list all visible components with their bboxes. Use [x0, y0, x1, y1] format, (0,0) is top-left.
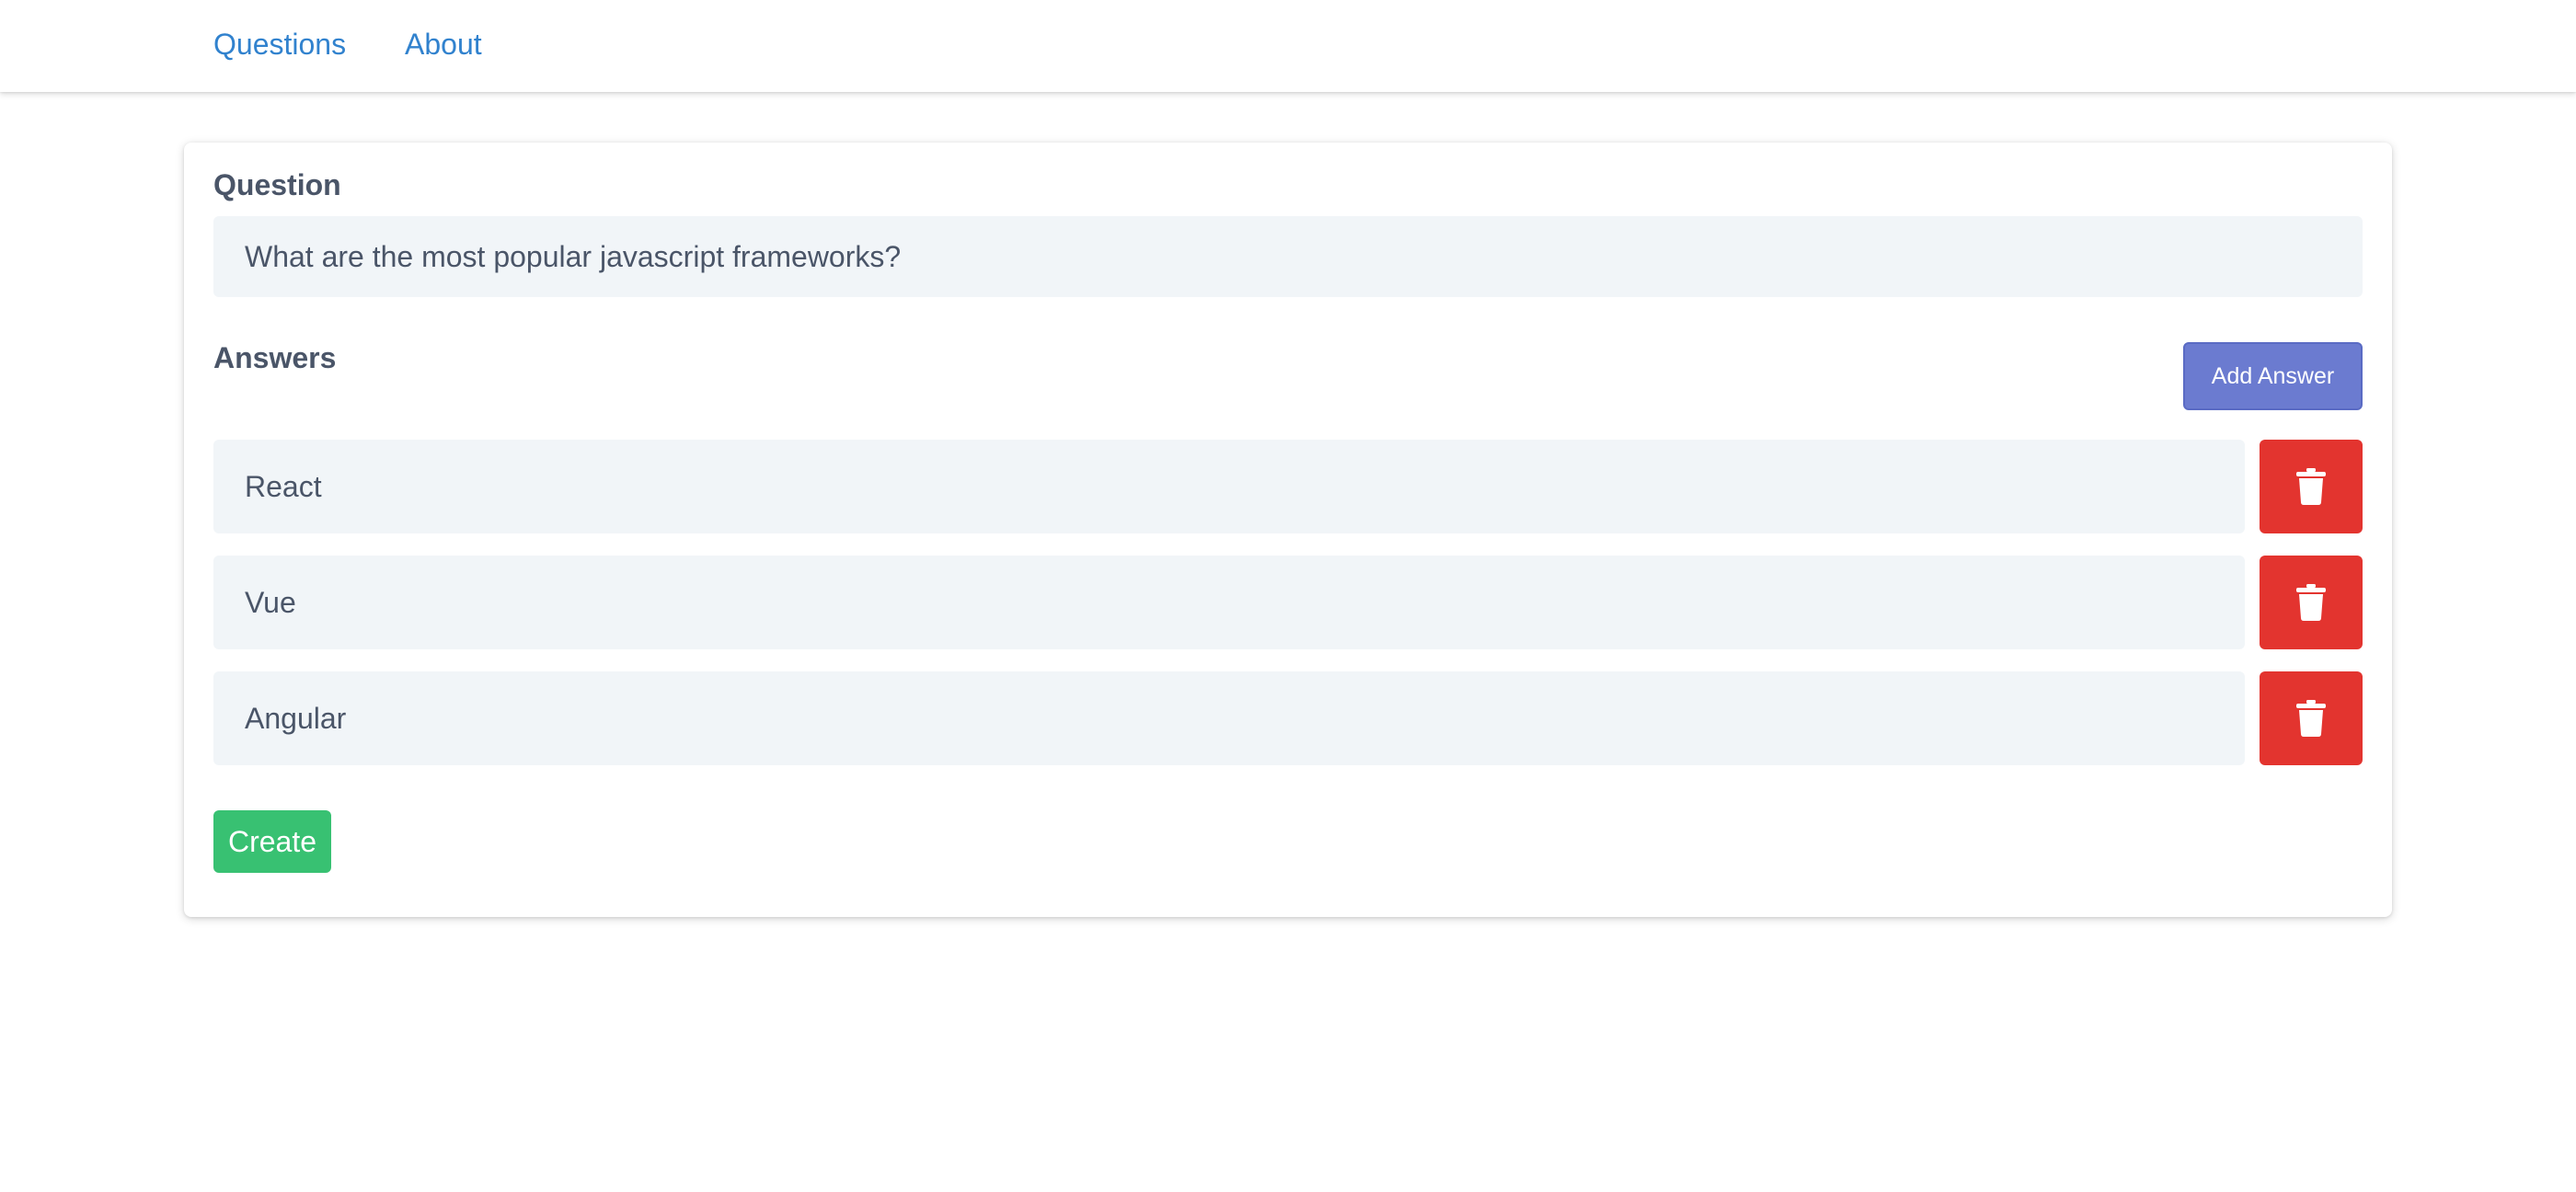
create-button[interactable]: Create	[213, 810, 331, 873]
trash-icon	[2296, 468, 2326, 505]
nav-link-about[interactable]: About	[405, 26, 482, 63]
answer-input[interactable]	[213, 440, 2245, 533]
answer-input[interactable]	[213, 671, 2245, 765]
add-answer-button[interactable]: Add Answer	[2183, 342, 2363, 410]
delete-answer-button[interactable]	[2260, 671, 2363, 765]
nav-link-questions[interactable]: Questions	[213, 26, 346, 63]
delete-answer-button[interactable]	[2260, 556, 2363, 649]
question-label: Question	[213, 168, 341, 201]
answers-label: Answers	[213, 341, 337, 374]
top-navbar: Questions About	[0, 0, 2576, 92]
trash-icon	[2296, 584, 2326, 621]
delete-answer-button[interactable]	[2260, 440, 2363, 533]
question-form-card: Question Answers Add Answer	[184, 143, 2392, 917]
trash-icon	[2296, 700, 2326, 737]
question-input[interactable]	[213, 216, 2363, 297]
answer-input[interactable]	[213, 556, 2245, 649]
